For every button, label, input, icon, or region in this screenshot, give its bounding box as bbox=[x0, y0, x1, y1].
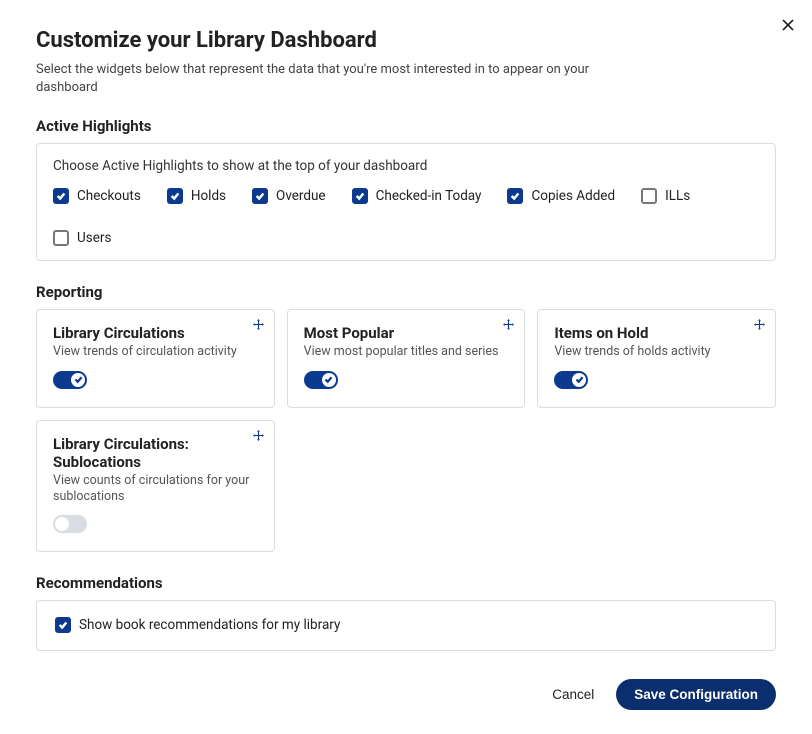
reporting-card-desc: View counts of circulations for your sub… bbox=[53, 473, 258, 506]
reporting-card-toggle[interactable] bbox=[304, 371, 338, 389]
reporting-card-toggle[interactable] bbox=[554, 371, 588, 389]
toggle-knob bbox=[71, 373, 85, 387]
close-icon bbox=[782, 15, 794, 35]
reporting-card: Library Circulations: SublocationsView c… bbox=[36, 420, 275, 553]
recommendations-panel: Show book recommendations for my library bbox=[36, 600, 776, 651]
highlight-checkbox-label: Overdue bbox=[276, 188, 326, 204]
recommendations-checkbox[interactable]: Show book recommendations for my library bbox=[55, 617, 340, 633]
highlight-checkbox-label: Holds bbox=[191, 188, 226, 204]
highlight-checkbox-label: Checkouts bbox=[77, 188, 141, 204]
reporting-card: Items on Hold View trends of holds activi… bbox=[537, 309, 776, 407]
dialog-footer: Cancel Save Configuration bbox=[36, 679, 776, 710]
reporting-card-desc: View most popular titles and series bbox=[304, 344, 509, 360]
highlight-checkbox[interactable]: Holds bbox=[167, 188, 226, 204]
highlight-checkbox-label: Copies Added bbox=[531, 188, 615, 204]
dialog-subtitle: Select the widgets below that represent … bbox=[36, 61, 596, 97]
highlight-checkbox[interactable]: Checked-in Today bbox=[352, 188, 482, 204]
highlight-checkbox-label: Users bbox=[77, 230, 111, 246]
move-icon[interactable] bbox=[503, 318, 514, 334]
checkbox-box bbox=[507, 188, 523, 204]
reporting-card-title: Library Circulations bbox=[53, 324, 258, 342]
move-icon[interactable] bbox=[253, 318, 264, 334]
checkbox-box bbox=[55, 617, 71, 633]
checkbox-box bbox=[641, 188, 657, 204]
toggle-knob bbox=[322, 373, 336, 387]
checkbox-box bbox=[53, 230, 69, 246]
reporting-section-label: Reporting bbox=[36, 283, 776, 301]
highlights-help: Choose Active Highlights to show at the … bbox=[53, 158, 759, 174]
reporting-card-title: Most Popular bbox=[304, 324, 509, 342]
checkbox-box bbox=[167, 188, 183, 204]
checkbox-box bbox=[352, 188, 368, 204]
recommendations-section-label: Recommendations bbox=[36, 574, 776, 592]
cancel-button[interactable]: Cancel bbox=[548, 681, 598, 708]
toggle-knob bbox=[572, 373, 586, 387]
checkbox-box bbox=[53, 188, 69, 204]
reporting-card-toggle[interactable] bbox=[53, 371, 87, 389]
highlight-checkbox[interactable]: ILLs bbox=[641, 188, 690, 204]
reporting-card-toggle[interactable] bbox=[53, 515, 87, 533]
customize-dashboard-dialog: Customize your Library Dashboard Select … bbox=[0, 0, 812, 734]
highlights-row: Checkouts Holds Overdue Checked-in Today Cop… bbox=[53, 188, 759, 246]
highlight-checkbox[interactable]: Overdue bbox=[252, 188, 326, 204]
reporting-card-desc: View trends of circulation activity bbox=[53, 344, 258, 360]
highlight-checkbox[interactable]: Users bbox=[53, 230, 111, 246]
highlights-section-label: Active Highlights bbox=[36, 117, 776, 135]
highlight-checkbox-label: ILLs bbox=[665, 188, 690, 204]
move-icon[interactable] bbox=[754, 318, 765, 334]
recommendations-checkbox-label: Show book recommendations for my library bbox=[79, 617, 340, 633]
checkbox-box bbox=[252, 188, 268, 204]
reporting-card-desc: View trends of holds activity bbox=[554, 344, 759, 360]
reporting-card: Most Popular View most popular titles and… bbox=[287, 309, 526, 407]
highlights-panel: Choose Active Highlights to show at the … bbox=[36, 143, 776, 261]
highlight-checkbox-label: Checked-in Today bbox=[376, 188, 482, 204]
save-configuration-button[interactable]: Save Configuration bbox=[616, 679, 776, 710]
close-button[interactable] bbox=[778, 12, 798, 38]
reporting-card: Library Circulations View trends of circu… bbox=[36, 309, 275, 407]
reporting-card-title: Items on Hold bbox=[554, 324, 759, 342]
reporting-grid: Library Circulations View trends of circu… bbox=[36, 309, 776, 552]
reporting-card-title: Library Circulations: Sublocations bbox=[53, 435, 258, 471]
move-icon[interactable] bbox=[253, 429, 264, 445]
toggle-knob bbox=[55, 517, 69, 531]
highlight-checkbox[interactable]: Copies Added bbox=[507, 188, 615, 204]
dialog-title: Customize your Library Dashboard bbox=[36, 28, 776, 53]
highlight-checkbox[interactable]: Checkouts bbox=[53, 188, 141, 204]
